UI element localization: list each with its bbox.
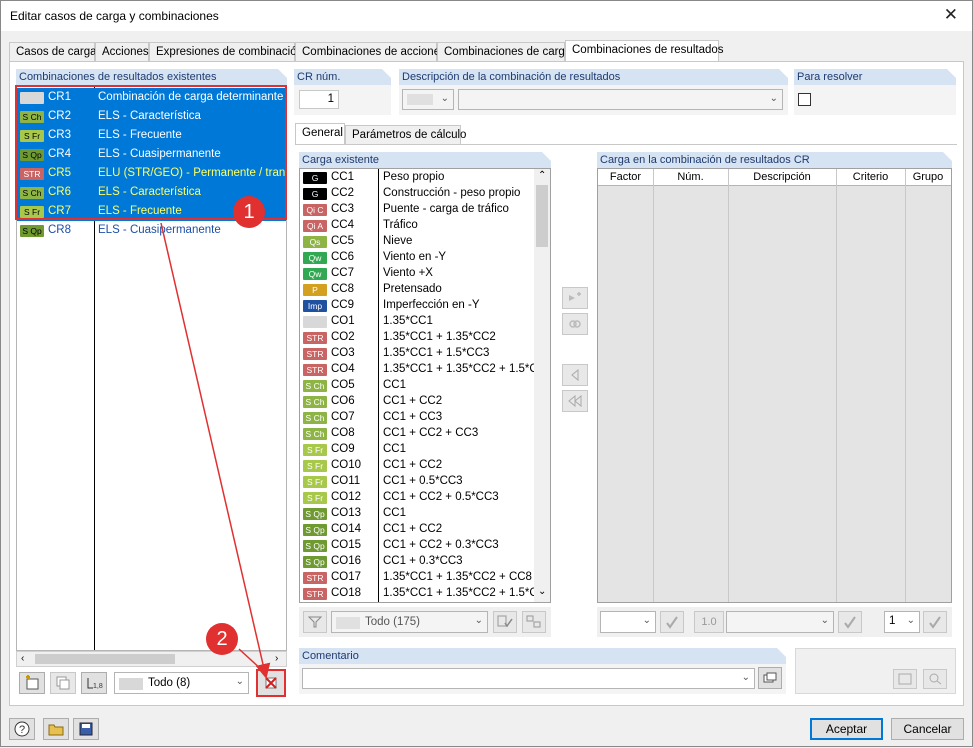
dialog-window: Editar casos de carga y combinaciones ✕ … (0, 0, 973, 747)
step-marker-1: 1 (233, 196, 265, 228)
step-marker-2: 2 (206, 623, 238, 655)
annotation-arrows (160, 222, 271, 679)
